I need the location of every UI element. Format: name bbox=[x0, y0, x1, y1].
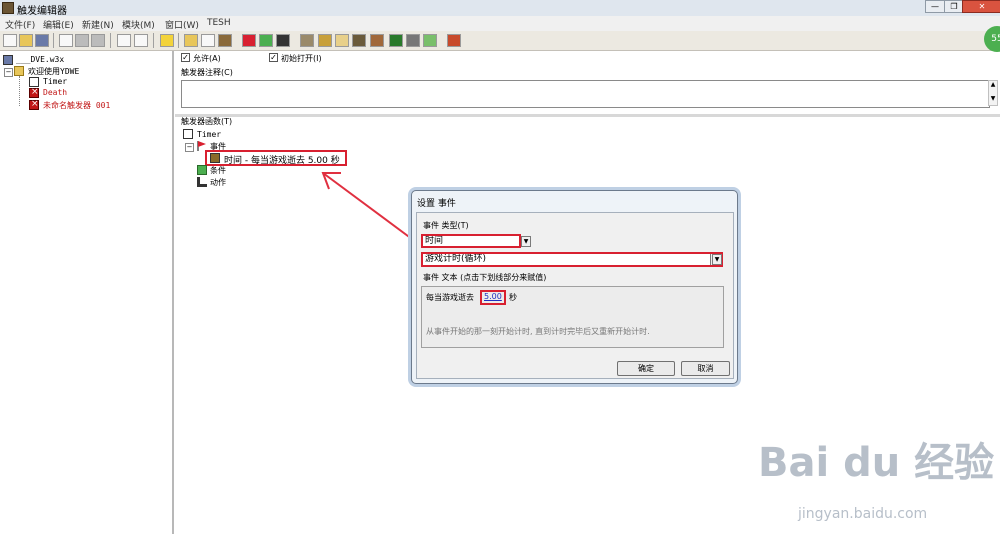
redo-icon[interactable] bbox=[134, 34, 148, 47]
chevron-down-icon[interactable]: ▼ bbox=[521, 236, 531, 247]
folder-icon bbox=[14, 66, 24, 76]
window-title: 触发编辑器 bbox=[17, 6, 67, 17]
ai-editor-icon[interactable] bbox=[389, 34, 403, 47]
toolbar-separator bbox=[153, 33, 154, 48]
app-icon bbox=[2, 2, 14, 14]
menu-module[interactable]: 模块(M) bbox=[122, 18, 155, 31]
initial-open-checkbox[interactable]: ✓ bbox=[269, 53, 278, 62]
action-icon bbox=[197, 177, 207, 187]
chevron-down-icon[interactable]: ▼ bbox=[712, 254, 722, 265]
object-manager-icon[interactable] bbox=[406, 34, 420, 47]
event-value-link[interactable]: 5.00 bbox=[484, 292, 502, 301]
trigger-disabled-icon bbox=[29, 99, 39, 110]
conditions-label: 条件 bbox=[210, 166, 226, 175]
trigger-doc-icon bbox=[183, 129, 193, 139]
maximize-button[interactable]: ❐ bbox=[944, 0, 964, 13]
new-category-icon[interactable] bbox=[184, 34, 198, 47]
trigger-name[interactable]: Timer bbox=[197, 130, 221, 139]
cancel-button[interactable]: 取消 bbox=[681, 361, 730, 376]
map-icon bbox=[3, 55, 13, 65]
undo-icon[interactable] bbox=[117, 34, 131, 47]
trigger-editor-icon[interactable] bbox=[318, 34, 332, 47]
toolbar bbox=[0, 31, 1000, 51]
toolbar-separator bbox=[110, 33, 111, 48]
red-arrow-annotation bbox=[321, 172, 421, 246]
baidu-watermark: Bai du 经验 bbox=[758, 440, 995, 486]
save-icon[interactable] bbox=[35, 34, 49, 47]
allow-label: 允许(A) bbox=[193, 54, 221, 63]
trigger-tree-panel bbox=[0, 51, 174, 534]
terrain-editor-icon[interactable] bbox=[300, 34, 314, 47]
collapse-toggle[interactable]: − bbox=[185, 143, 194, 152]
new-event-icon[interactable] bbox=[242, 34, 256, 47]
comment-textarea[interactable] bbox=[181, 80, 990, 108]
event-type-label: 事件 类型(T) bbox=[423, 221, 469, 230]
map-root-label[interactable]: ___DVE.w3x bbox=[16, 55, 64, 64]
event-text-prefix: 每当游戏逝去 bbox=[426, 293, 474, 302]
collapse-toggle[interactable]: − bbox=[4, 68, 13, 77]
allow-checkbox[interactable]: ✓ bbox=[181, 53, 190, 62]
campaign-editor-icon[interactable] bbox=[370, 34, 384, 47]
actions-label: 动作 bbox=[210, 178, 226, 187]
menu-tesh[interactable]: TESH bbox=[207, 18, 231, 28]
toolbar-separator bbox=[178, 33, 179, 48]
sound-editor-icon[interactable] bbox=[335, 34, 349, 47]
title-bar bbox=[0, 0, 1000, 17]
new-trigger-icon[interactable] bbox=[201, 34, 215, 47]
tree-item-death[interactable]: Death bbox=[43, 88, 67, 97]
close-map-icon[interactable] bbox=[160, 34, 174, 47]
test-map-icon[interactable] bbox=[447, 34, 461, 47]
new-action-icon[interactable] bbox=[276, 34, 290, 47]
menu-window[interactable]: 窗口(W) bbox=[165, 18, 199, 31]
cut-icon[interactable] bbox=[59, 34, 73, 47]
event-description: 从事件开始的那一刻开始计时, 直到计时完毕后又重新开始计时. bbox=[426, 327, 650, 336]
copy-icon[interactable] bbox=[75, 34, 89, 47]
comment-scrollbar[interactable]: ▲ ▼ bbox=[988, 80, 998, 106]
baidu-watermark-url: jingyan.baidu.com bbox=[798, 506, 928, 522]
highlight-box bbox=[421, 234, 521, 248]
event-text-suffix: 秒 bbox=[509, 293, 517, 302]
new-file-icon[interactable] bbox=[3, 34, 17, 47]
new-condition-icon[interactable] bbox=[259, 34, 273, 47]
menu-file[interactable]: 文件(F) bbox=[5, 18, 35, 31]
new-comment-icon[interactable] bbox=[218, 34, 232, 47]
tree-connector bbox=[19, 76, 21, 106]
import-manager-icon[interactable] bbox=[423, 34, 437, 47]
event-text-label: 事件 文本 (点击下划线部分来赋值) bbox=[423, 273, 547, 282]
highlight-box bbox=[421, 252, 723, 267]
ok-button[interactable]: 确定 bbox=[617, 361, 675, 376]
menu-edit[interactable]: 编辑(E) bbox=[43, 18, 74, 31]
comment-label: 触发器注释(C) bbox=[181, 68, 233, 77]
paste-icon[interactable] bbox=[91, 34, 105, 47]
minimize-button[interactable]: — bbox=[925, 0, 945, 13]
clock-icon bbox=[210, 153, 220, 163]
pane-divider[interactable] bbox=[175, 114, 1000, 117]
open-file-icon[interactable] bbox=[19, 34, 33, 47]
dialog-title: 设置 事件 bbox=[417, 199, 456, 209]
tree-item-timer[interactable]: Timer bbox=[43, 77, 67, 86]
menu-new[interactable]: 新建(N) bbox=[82, 18, 114, 31]
close-button[interactable]: ✕ bbox=[962, 0, 1000, 13]
object-editor-icon[interactable] bbox=[352, 34, 366, 47]
condition-icon bbox=[197, 165, 207, 175]
trigger-disabled-icon bbox=[29, 87, 39, 98]
folder-label[interactable]: 欢迎使用YDWE bbox=[28, 66, 79, 77]
tree-item-unnamed-trigger[interactable]: 未命名触发器 001 bbox=[43, 100, 110, 111]
initial-open-label: 初始打开(I) bbox=[281, 54, 322, 63]
trigger-doc-icon bbox=[29, 77, 39, 87]
toolbar-separator bbox=[53, 33, 54, 48]
